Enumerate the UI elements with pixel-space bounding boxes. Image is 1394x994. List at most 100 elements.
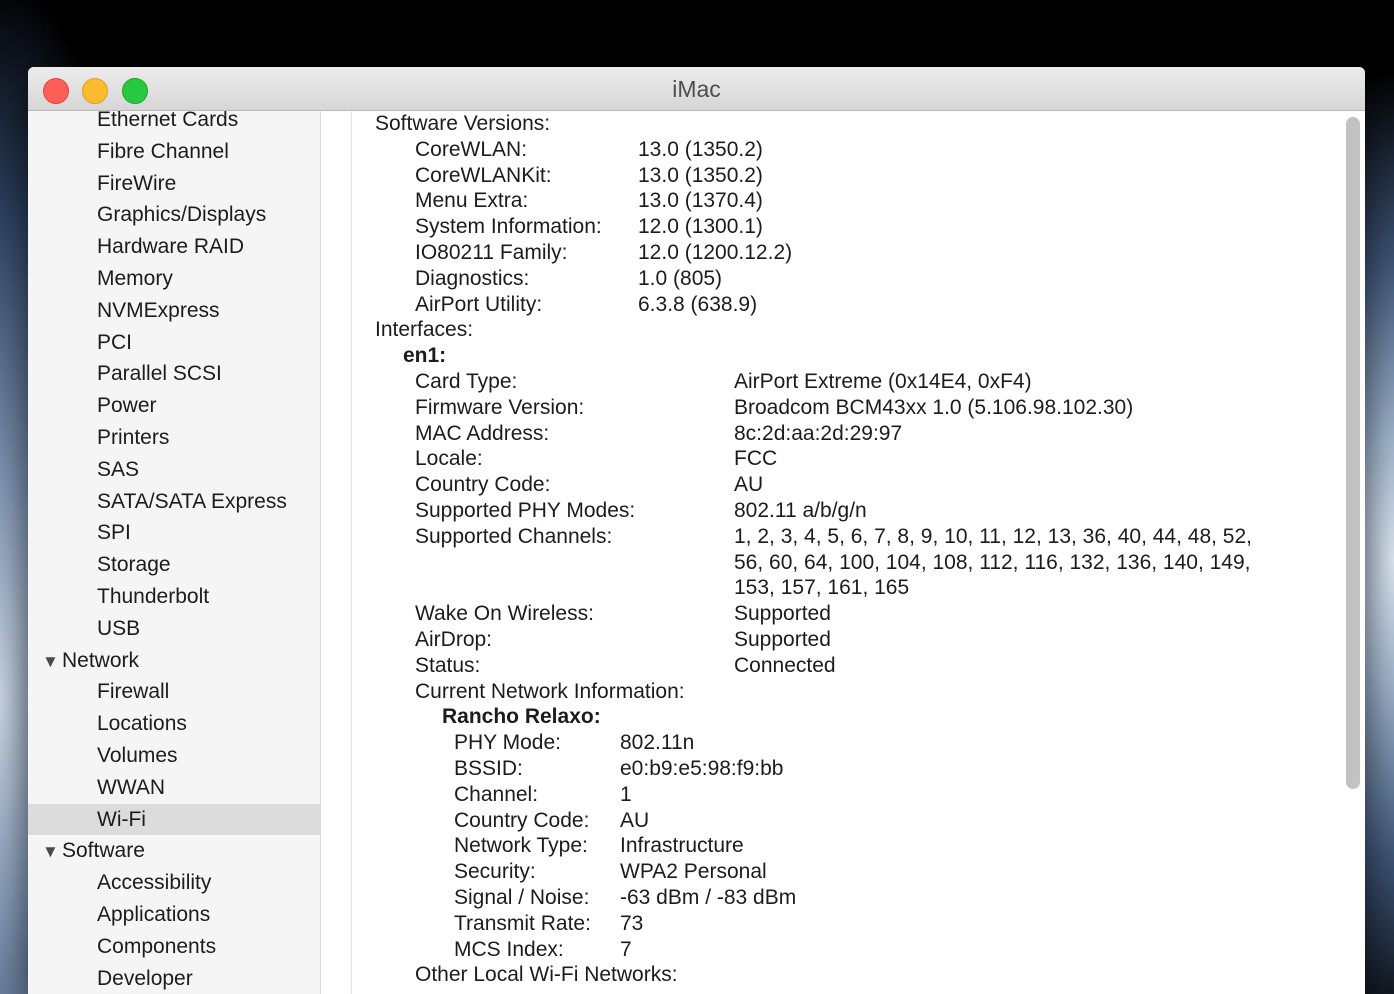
property-row: Transmit Rate: 73 bbox=[352, 911, 1352, 937]
sidebar-item[interactable]: WWAN bbox=[28, 772, 320, 804]
property-value: 1 bbox=[620, 782, 632, 806]
property-row: CoreWLANKit: 13.0 (1350.2) bbox=[352, 163, 1352, 189]
sidebar-item[interactable]: USB bbox=[28, 613, 320, 645]
property-value: AU bbox=[620, 808, 650, 832]
property-value: AU bbox=[734, 473, 764, 497]
sidebar-item-label: Hardware RAID bbox=[97, 235, 245, 259]
sidebar-item[interactable]: Hardware RAID bbox=[28, 231, 320, 263]
property-row: Channel: 1 bbox=[352, 782, 1352, 808]
interfaces-header: Interfaces: bbox=[375, 318, 474, 342]
property-value: 802.11n bbox=[620, 731, 695, 755]
property-row: Security: WPA2 Personal bbox=[352, 859, 1352, 885]
property-value: 12.0 (1300.1) bbox=[638, 215, 763, 239]
sidebar-item[interactable]: Thunderbolt bbox=[28, 581, 320, 613]
sidebar-group[interactable]: ▼ Network bbox=[28, 645, 320, 677]
property-key: Diagnostics: bbox=[415, 266, 530, 290]
detail-rows: Software Versions: CoreWLAN: 13.0 (1350.2… bbox=[352, 111, 1352, 988]
sidebar-item[interactable]: Graphics/Displays bbox=[28, 199, 320, 231]
property-key: AirDrop: bbox=[415, 627, 493, 651]
property-key: Signal / Noise: bbox=[454, 885, 590, 909]
sidebar-item-label: USB bbox=[97, 616, 141, 640]
sidebar-item-label: Ethernet Cards bbox=[97, 111, 239, 131]
property-key: Security: bbox=[454, 860, 536, 884]
property-value: AirPort Extreme (0x14E4, 0xF4) bbox=[734, 369, 1032, 393]
sidebar-item[interactable]: SPI bbox=[28, 517, 320, 549]
sidebar-item-label: Storage bbox=[97, 553, 171, 577]
sidebar-item[interactable]: Parallel SCSI bbox=[28, 358, 320, 390]
sidebar-item-label: Thunderbolt bbox=[97, 584, 210, 608]
sidebar-item[interactable]: Memory bbox=[28, 263, 320, 295]
sidebar-item-label: Accessibility bbox=[97, 871, 212, 895]
sidebar-item[interactable]: Printers bbox=[28, 422, 320, 454]
sidebar-item-label: Fibre Channel bbox=[97, 139, 229, 163]
sidebar-item[interactable]: Wi-Fi bbox=[28, 803, 320, 836]
sidebar-item-label: NVMExpress bbox=[97, 298, 220, 322]
property-row: AirDrop: Supported bbox=[352, 627, 1352, 653]
sidebar-item[interactable]: PCI bbox=[28, 327, 320, 359]
property-row: Card Type: AirPort Extreme (0x14E4, 0xF4) bbox=[352, 369, 1352, 395]
property-key: BSSID: bbox=[454, 756, 523, 780]
disclosure-triangle-down-icon[interactable]: ▼ bbox=[42, 836, 62, 868]
property-key: System Information: bbox=[415, 215, 602, 239]
software-versions-header: Software Versions: bbox=[375, 112, 551, 135]
sidebar-item-label: Components bbox=[97, 934, 217, 958]
sidebar-item-label: Printers bbox=[97, 425, 170, 449]
sidebar-item[interactable]: Accessibility bbox=[28, 867, 320, 899]
sidebar-item[interactable]: Volumes bbox=[28, 740, 320, 772]
current-network-header: Current Network Information: bbox=[415, 679, 685, 703]
property-value: 8c:2d:aa:2d:29:97 bbox=[734, 421, 903, 445]
property-value: -63 dBm / -83 dBm bbox=[620, 885, 797, 909]
property-key: MAC Address: bbox=[415, 421, 550, 445]
property-row: Menu Extra: 13.0 (1370.4) bbox=[352, 188, 1352, 214]
sidebar-item-label: WWAN bbox=[97, 775, 166, 799]
property-key: Supported Channels: bbox=[415, 524, 613, 548]
disclosure-triangle-down-icon[interactable]: ▼ bbox=[42, 646, 62, 678]
title-bar[interactable]: iMac bbox=[28, 67, 1365, 111]
other-networks-header: Other Local Wi-Fi Networks: bbox=[415, 963, 678, 987]
property-key: CoreWLANKit: bbox=[415, 163, 552, 187]
sidebar-item[interactable]: SAS bbox=[28, 454, 320, 486]
property-value: 6.3.8 (638.9) bbox=[638, 292, 758, 316]
property-row: System Information: 12.0 (1300.1) bbox=[352, 214, 1352, 240]
property-value: 12.0 (1200.12.2) bbox=[638, 240, 793, 264]
sidebar-item[interactable]: Components bbox=[28, 931, 320, 963]
sidebar-item[interactable]: Ethernet Cards bbox=[28, 111, 320, 136]
sidebar-item[interactable]: Firewall bbox=[28, 676, 320, 708]
property-key: MCS Index: bbox=[454, 937, 564, 961]
property-key: Supported PHY Modes: bbox=[415, 498, 636, 522]
sidebar-item-label: SATA/SATA Express bbox=[97, 489, 287, 513]
property-key: Channel: bbox=[454, 782, 539, 806]
sidebar-item[interactable]: SATA/SATA Express bbox=[28, 486, 320, 518]
sidebar-group[interactable]: ▼ Software bbox=[28, 835, 320, 867]
property-row: AirPort Utility: 6.3.8 (638.9) bbox=[352, 292, 1352, 318]
sidebar-item[interactable]: NVMExpress bbox=[28, 295, 320, 327]
sidebar-item[interactable]: FireWire bbox=[28, 168, 320, 200]
property-key: AirPort Utility: bbox=[415, 292, 543, 316]
property-row: Firmware Version: Broadcom BCM43xx 1.0 (5… bbox=[352, 395, 1352, 421]
property-key: Card Type: bbox=[415, 369, 518, 393]
property-value: 1.0 (805) bbox=[638, 266, 723, 290]
sidebar-list: Ethernet Cards Fibre Channel FireWire Graph… bbox=[28, 111, 320, 994]
sidebar-item-label: Locations bbox=[97, 712, 187, 736]
sidebar-item[interactable]: Locations bbox=[28, 708, 320, 740]
property-key: PHY Mode: bbox=[454, 731, 561, 755]
property-row: 56, 60, 64, 100, 104, 108, 112, 116, 132… bbox=[352, 550, 1352, 576]
sidebar-item-label: FireWire bbox=[97, 171, 177, 195]
property-row: Country Code: AU bbox=[352, 472, 1352, 498]
property-value: FCC bbox=[734, 447, 778, 471]
property-row: PHY Mode: 802.11n bbox=[352, 730, 1352, 756]
property-key: Firmware Version: bbox=[415, 395, 585, 419]
sidebar-item[interactable]: Storage bbox=[28, 549, 320, 581]
window-title: iMac bbox=[672, 76, 721, 102]
system-information-window: iMac Ethernet Cards Fibre Channel FireWire… bbox=[28, 67, 1365, 994]
sidebar-item[interactable]: Applications bbox=[28, 899, 320, 931]
sidebar-item[interactable]: Fibre Channel bbox=[28, 136, 320, 168]
detail-scrollbar[interactable] bbox=[1346, 117, 1360, 789]
property-value: 153, 157, 161, 165 bbox=[734, 576, 910, 600]
property-key: CoreWLAN: bbox=[415, 137, 528, 161]
sidebar-item[interactable]: Power bbox=[28, 390, 320, 422]
sidebar-item[interactable]: Developer bbox=[28, 963, 320, 994]
property-row: Diagnostics: 1.0 (805) bbox=[352, 266, 1352, 292]
sidebar-item-label: SAS bbox=[97, 457, 140, 481]
property-row: Country Code: AU bbox=[352, 808, 1352, 834]
